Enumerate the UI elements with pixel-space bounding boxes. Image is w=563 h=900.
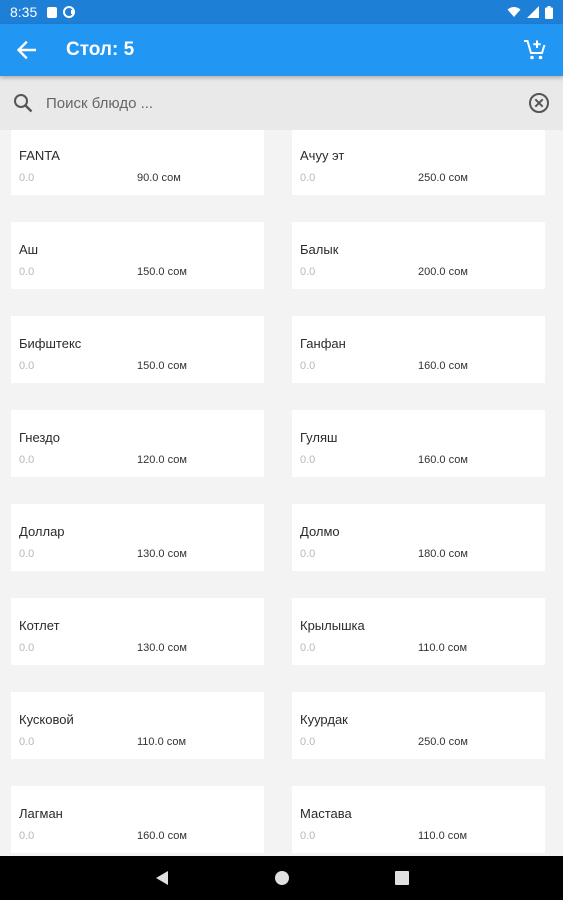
nav-back-button[interactable] <box>102 856 222 900</box>
menu-item-price: 250.0 сом <box>418 172 468 184</box>
menu-item-price: 150.0 сом <box>137 266 187 278</box>
menu-item-card[interactable]: FANTA 0.0 90.0 сом <box>11 130 264 195</box>
menu-item-price: 160.0 сом <box>418 360 468 372</box>
menu-item-name: Бифштекс <box>19 336 82 351</box>
menu-item-card[interactable]: Котлет 0.0 130.0 сом <box>11 598 264 665</box>
menu-item-name: FANTA <box>19 148 60 163</box>
battery-icon <box>545 5 553 19</box>
menu-item-name: Долмо <box>300 524 340 539</box>
menu-item-price: 120.0 сом <box>137 454 187 466</box>
menu-item-card[interactable]: Балык 0.0 200.0 сом <box>292 222 545 289</box>
status-bar: 8:35 <box>0 0 563 24</box>
nav-recents-icon <box>394 871 409 885</box>
navigation-bar <box>0 856 563 900</box>
clear-icon <box>529 93 549 113</box>
menu-item-name: Ганфан <box>300 336 346 351</box>
menu-item-card[interactable]: Ачуу эт 0.0 250.0 сом <box>292 130 545 195</box>
menu-item-name: Балык <box>300 242 339 257</box>
menu-item-card[interactable]: Кусковой 0.0 110.0 сом <box>11 692 264 759</box>
menu-item-old-price: 0.0 <box>300 454 316 466</box>
menu-item-card[interactable]: Лагман 0.0 160.0 сом <box>11 786 264 853</box>
menu-item-name: Мастава <box>300 806 352 821</box>
menu-item-price: 250.0 сом <box>418 736 468 748</box>
menu-item-old-price: 0.0 <box>300 830 316 842</box>
clear-search-button[interactable] <box>527 91 551 115</box>
menu-item-old-price: 0.0 <box>300 360 316 372</box>
notification-icons <box>47 6 76 18</box>
nav-home-button[interactable] <box>222 856 342 900</box>
arrow-back-icon <box>16 41 36 59</box>
menu-item-card[interactable]: Доллар 0.0 130.0 сом <box>11 504 264 571</box>
system-icons <box>507 5 553 19</box>
menu-item-name: Крылышка <box>300 618 365 633</box>
signal-icon <box>527 6 539 18</box>
add-shopping-cart-icon <box>524 40 546 60</box>
menu-grid-inner: FANTA 0.0 90.0 сом Ачуу эт 0.0 250.0 сом Аш 0.0… <box>0 130 563 853</box>
menu-item-card[interactable]: Мастава 0.0 110.0 сом <box>292 786 545 853</box>
search-bar <box>0 76 563 130</box>
menu-item-old-price: 0.0 <box>19 736 35 748</box>
add-to-cart-button[interactable] <box>507 24 563 76</box>
menu-item-card[interactable]: Куурдак 0.0 250.0 сом <box>292 692 545 759</box>
sd-card-icon <box>47 6 58 18</box>
menu-item-price: 200.0 сом <box>418 266 468 278</box>
search-input[interactable] <box>46 94 527 112</box>
menu-item-name: Ачуу эт <box>300 148 345 163</box>
menu-item-old-price: 0.0 <box>300 172 316 184</box>
menu-item-old-price: 0.0 <box>300 548 316 560</box>
wifi-icon <box>507 7 521 17</box>
app-bar: Стол: 5 <box>0 24 563 76</box>
nav-recents-button[interactable] <box>342 856 462 900</box>
menu-item-price: 160.0 сом <box>137 830 187 842</box>
menu-item-name: Лагман <box>19 806 63 821</box>
menu-item-price: 110.0 сом <box>137 736 187 748</box>
menu-item-old-price: 0.0 <box>19 642 35 654</box>
menu-item-price: 110.0 сом <box>418 642 468 654</box>
menu-grid: FANTA 0.0 90.0 сом Ачуу эт 0.0 250.0 сом Аш 0.0… <box>0 130 563 856</box>
menu-item-name: Котлет <box>19 618 60 633</box>
menu-item-name: Куурдак <box>300 712 348 727</box>
menu-item-card[interactable]: Бифштекс 0.0 150.0 сом <box>11 316 264 383</box>
menu-item-card[interactable]: Гнездо 0.0 120.0 сом <box>11 410 264 477</box>
menu-item-name: Кусковой <box>19 712 74 727</box>
menu-item-price: 150.0 сом <box>137 360 187 372</box>
menu-item-old-price: 0.0 <box>19 360 35 372</box>
menu-item-name: Гуляш <box>300 430 338 445</box>
menu-item-old-price: 0.0 <box>19 454 35 466</box>
menu-item-old-price: 0.0 <box>19 266 35 278</box>
page-title: Стол: 5 <box>66 39 135 60</box>
menu-item-name: Гнездо <box>19 430 60 445</box>
menu-item-old-price: 0.0 <box>300 266 316 278</box>
menu-item-price: 110.0 сом <box>418 830 468 842</box>
menu-item-old-price: 0.0 <box>300 642 316 654</box>
nav-home-icon <box>274 871 289 885</box>
nav-back-icon <box>155 871 168 885</box>
menu-item-old-price: 0.0 <box>300 736 316 748</box>
menu-item-price: 180.0 сом <box>418 548 468 560</box>
menu-item-name: Доллар <box>19 524 65 539</box>
menu-item-old-price: 0.0 <box>19 548 35 560</box>
menu-item-price: 160.0 сом <box>418 454 468 466</box>
menu-item-old-price: 0.0 <box>19 830 35 842</box>
back-button[interactable] <box>0 24 52 76</box>
menu-item-price: 130.0 сом <box>137 642 187 654</box>
menu-item-card[interactable]: Аш 0.0 150.0 сом <box>11 222 264 289</box>
menu-item-old-price: 0.0 <box>19 172 35 184</box>
status-time: 8:35 <box>10 4 38 20</box>
menu-item-name: Аш <box>19 242 39 257</box>
search-icon <box>12 92 34 114</box>
menu-item-card[interactable]: Гуляш 0.0 160.0 сом <box>292 410 545 477</box>
menu-item-price: 90.0 сом <box>137 172 181 184</box>
menu-item-card[interactable]: Ганфан 0.0 160.0 сом <box>292 316 545 383</box>
sync-icon <box>63 6 76 18</box>
menu-item-card[interactable]: Крылышка 0.0 110.0 сом <box>292 598 545 665</box>
menu-item-price: 130.0 сом <box>137 548 187 560</box>
menu-item-card[interactable]: Долмо 0.0 180.0 сом <box>292 504 545 571</box>
